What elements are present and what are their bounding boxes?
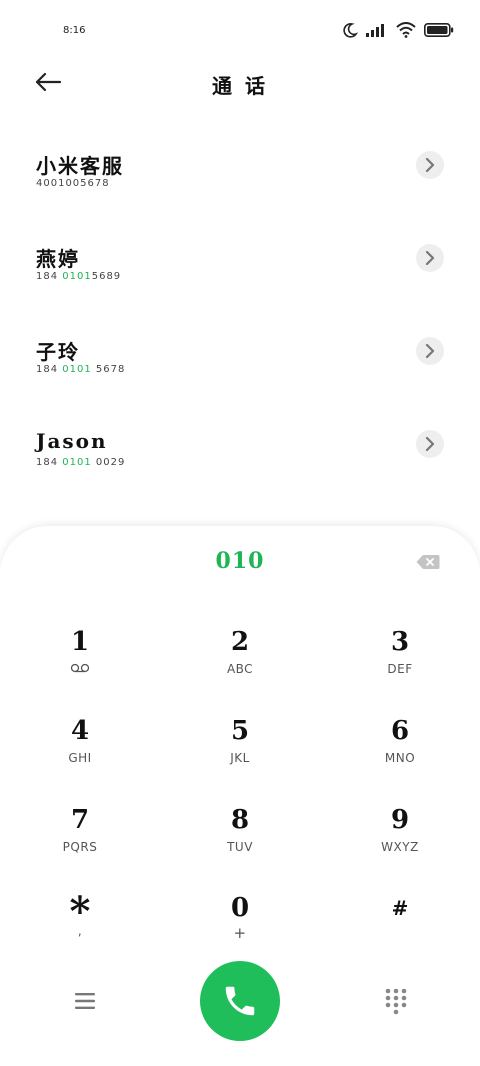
key-digit: 8	[230, 805, 250, 835]
status-icons	[342, 22, 454, 38]
keypad-toggle-button[interactable]	[382, 987, 410, 1015]
contact-list: 小米客服 4001005678 燕婷 184 01015689 子玲 184 0…	[0, 118, 480, 490]
contact-number: 4001005678	[36, 178, 110, 189]
contact-item[interactable]: 燕婷 184 01015689	[0, 211, 480, 304]
key-8[interactable]: 8 TUV	[180, 804, 300, 884]
call-button[interactable]	[200, 961, 280, 1041]
chevron-right-icon	[425, 251, 435, 265]
contact-name: 燕婷	[36, 247, 80, 271]
key-digit: #	[391, 896, 409, 920]
key-digit: 5	[230, 716, 250, 746]
key-digit: 1	[70, 627, 90, 657]
contact-detail-button[interactable]	[416, 337, 444, 365]
key-digit: 3	[390, 627, 410, 657]
battery-icon	[424, 23, 454, 37]
contact-name: Jason	[36, 429, 108, 453]
key-9[interactable]: 9 WXYZ	[340, 804, 460, 884]
contact-detail-button[interactable]	[416, 244, 444, 272]
key-6[interactable]: 6 MNO	[340, 715, 460, 795]
chevron-right-icon	[425, 437, 435, 451]
contact-detail-button[interactable]	[416, 151, 444, 179]
status-time: 8:16	[63, 25, 86, 36]
key-letters: MNO	[384, 751, 416, 765]
key-digit: 6	[390, 716, 410, 746]
moon-icon	[343, 23, 358, 38]
key-7[interactable]: 7 PQRS	[20, 804, 140, 884]
key-letters: DEF	[387, 662, 413, 676]
key-5[interactable]: 5 JKL	[180, 715, 300, 795]
key-letters: JKL	[230, 751, 250, 765]
page-title: 通 话	[212, 74, 268, 98]
number-prefix: 184	[36, 271, 63, 282]
number-prefix: 184	[36, 364, 63, 375]
dialer-bottom-bar	[0, 960, 480, 1044]
contact-number: 184 0101 0029	[36, 457, 125, 468]
number-suffix: 5689	[91, 271, 122, 282]
contact-name: 小米客服	[36, 154, 124, 178]
number-suffix: 78	[94, 178, 110, 189]
key-letters: ABC	[226, 662, 254, 676]
key-2[interactable]: 2 ABC	[180, 626, 300, 706]
header: 通 话	[0, 60, 480, 104]
voicemail-icon	[20, 662, 140, 676]
contact-detail-button[interactable]	[416, 430, 444, 458]
wifi-icon	[396, 22, 416, 38]
key-digit: 9	[390, 805, 410, 835]
backspace-button[interactable]	[416, 554, 440, 570]
contact-name: 子玲	[36, 340, 80, 364]
backspace-icon	[416, 555, 440, 569]
key-letters: WXYZ	[381, 840, 419, 854]
number-match: 0101	[62, 457, 92, 468]
number-suffix: 0029	[91, 457, 126, 468]
key-letters: TUV	[227, 840, 253, 854]
chevron-right-icon	[425, 158, 435, 172]
dialpad-icon	[385, 988, 407, 1015]
key-1[interactable]: 1	[20, 626, 140, 706]
status-bar: 8:16	[0, 0, 480, 60]
number-prefix: 40010056	[36, 178, 95, 189]
signal-icon	[366, 24, 384, 37]
key-4[interactable]: 4 GHI	[20, 715, 140, 795]
dialed-number: 010	[215, 548, 265, 574]
contact-number: 184 0101 5678	[36, 364, 125, 375]
key-digit: 0	[230, 893, 250, 923]
key-digit: 2	[230, 627, 250, 657]
menu-icon	[75, 993, 95, 1009]
dialer-panel: 010 1 2 ABC 3 DEF 4 GHI 5 JKL 6 MNO 7 PQ…	[0, 526, 480, 1066]
key-letters: ,	[77, 924, 83, 938]
key-digit: 4	[70, 716, 90, 746]
key-letters: GHI	[68, 751, 92, 765]
key-letters: +	[233, 924, 247, 942]
phone-icon	[225, 986, 255, 1016]
number-match: 0101	[62, 364, 92, 375]
number-match: 0101	[62, 271, 92, 282]
number-prefix: 184	[36, 457, 63, 468]
chevron-right-icon	[425, 344, 435, 358]
menu-button[interactable]	[70, 986, 100, 1016]
number-suffix: 5678	[91, 364, 126, 375]
key-letters: PQRS	[62, 840, 98, 854]
contact-item[interactable]: 小米客服 4001005678	[0, 118, 480, 211]
contact-item[interactable]: 子玲 184 0101 5678	[0, 304, 480, 397]
key-3[interactable]: 3 DEF	[340, 626, 460, 706]
contact-number: 184 01015689	[36, 271, 121, 282]
contact-item[interactable]: Jason 184 0101 0029	[0, 397, 480, 490]
key-digit: 7	[70, 805, 90, 835]
